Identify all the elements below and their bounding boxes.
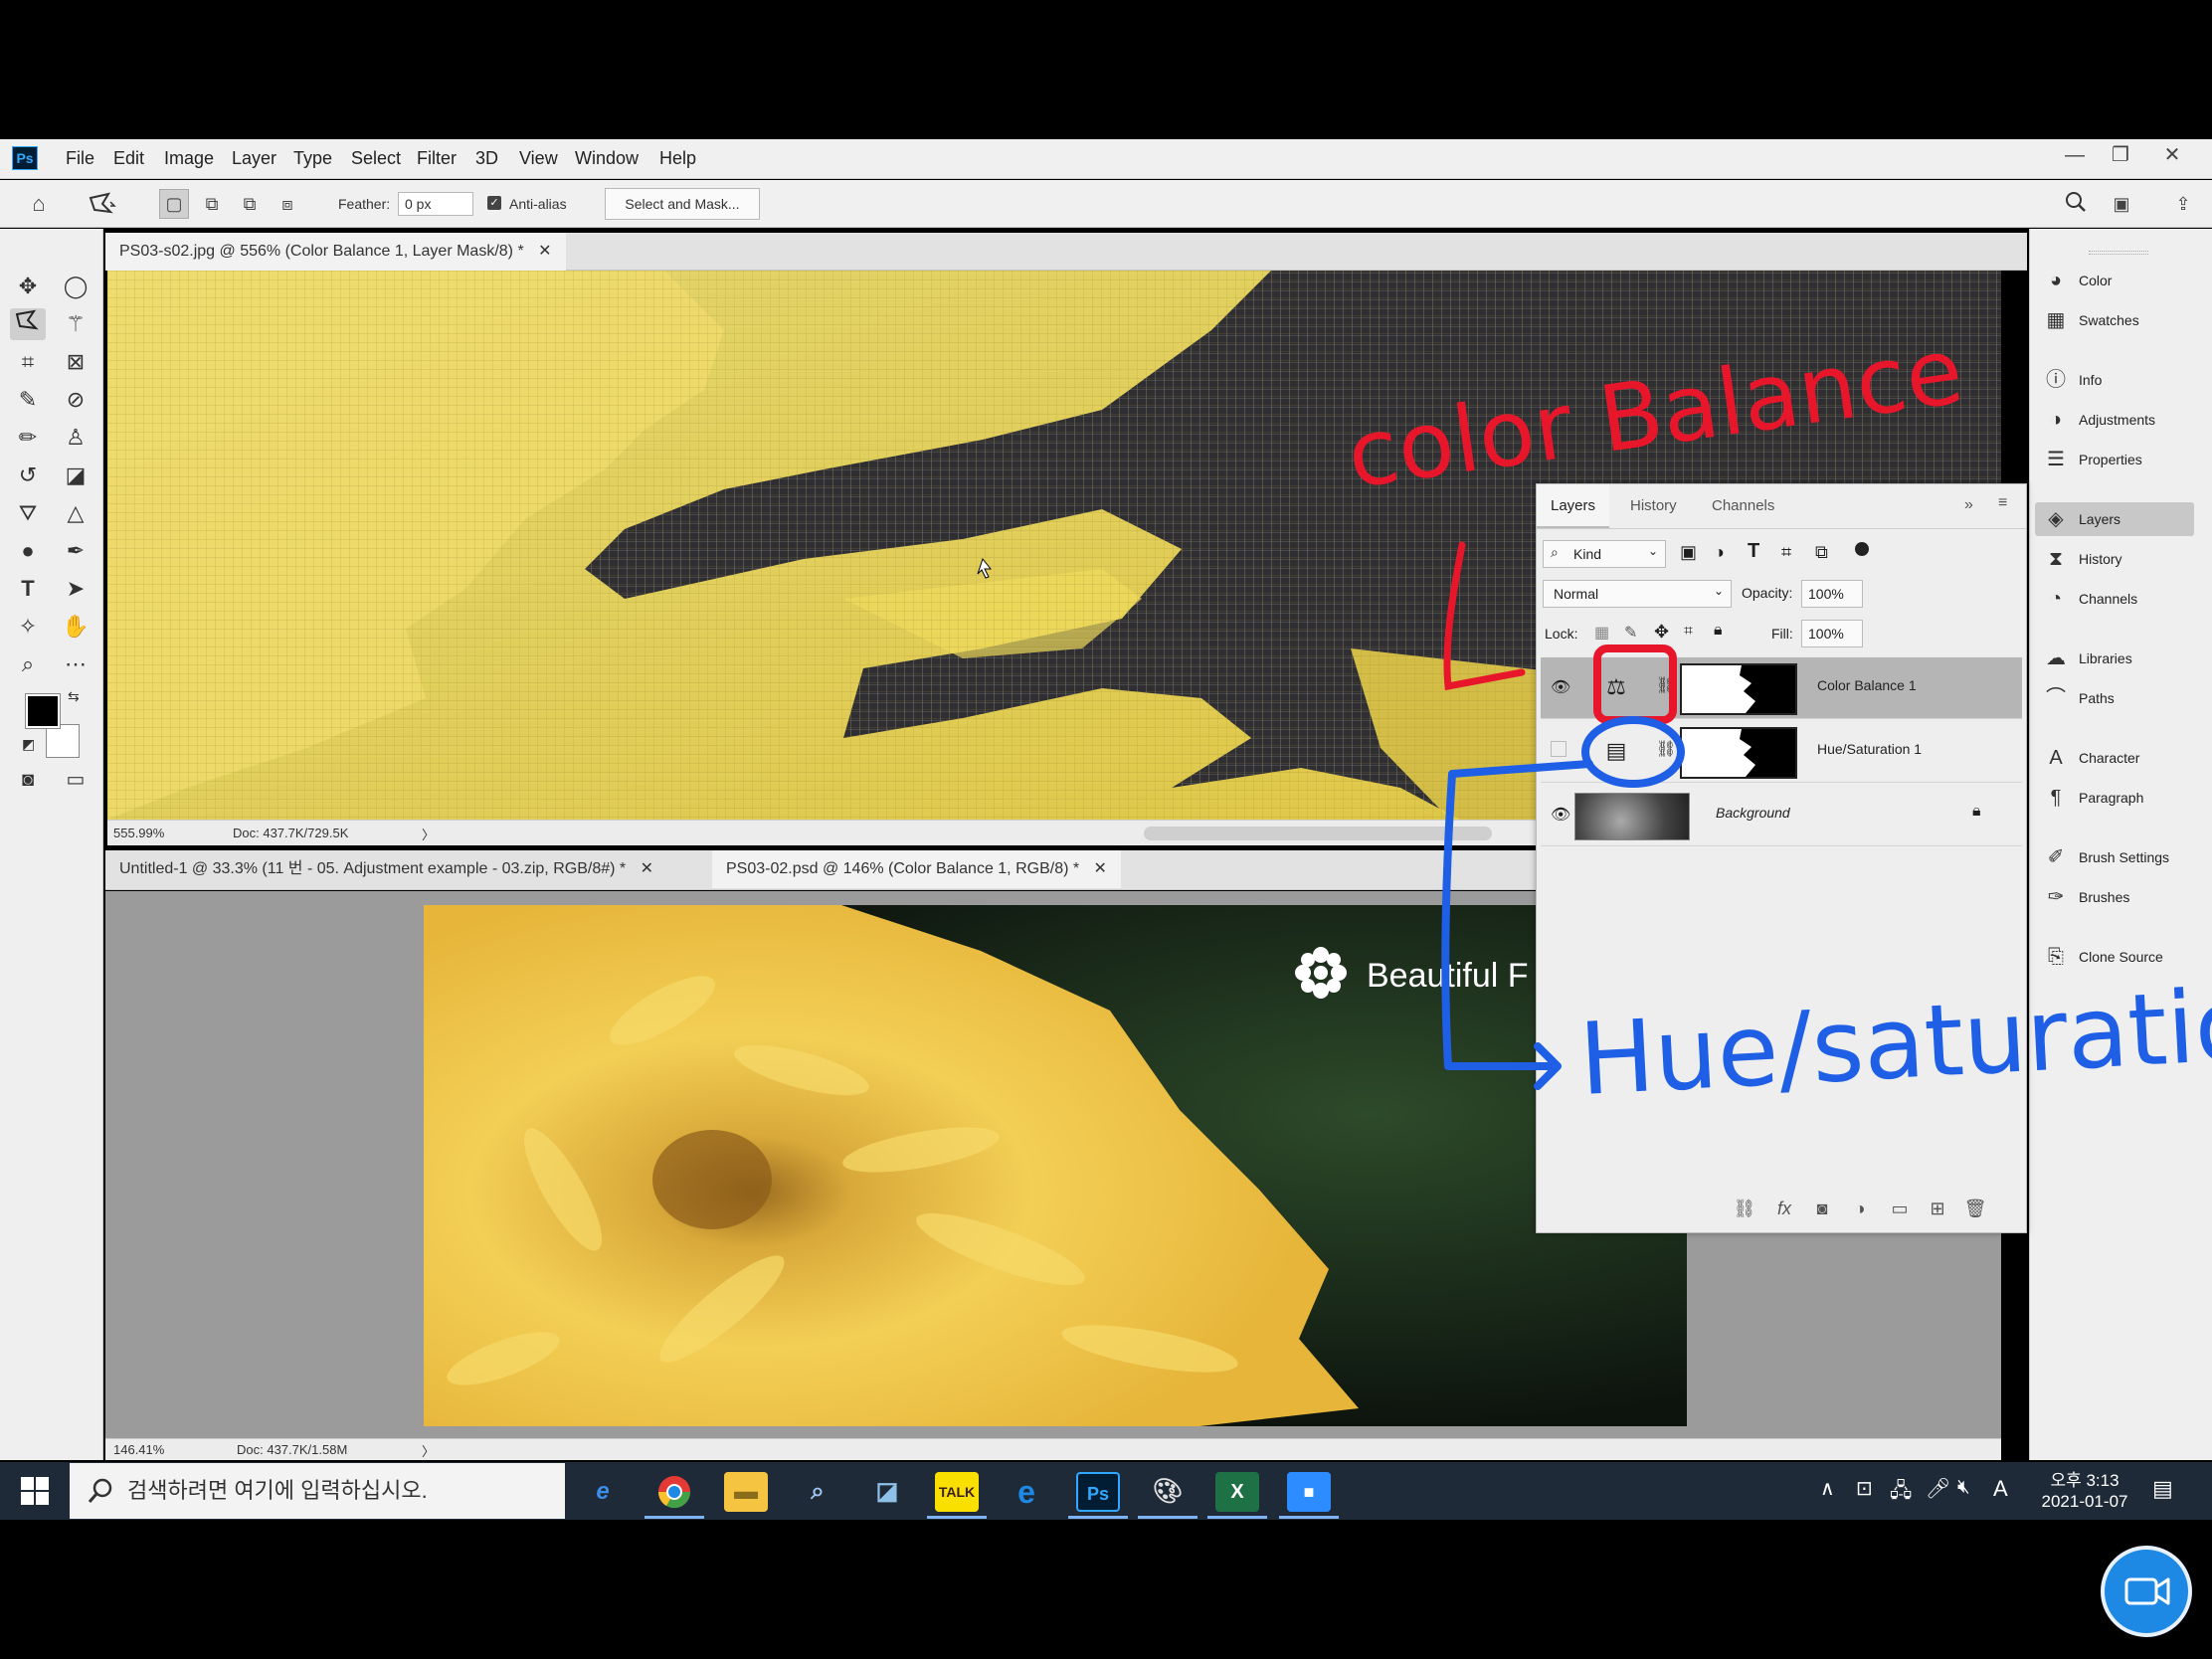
annotation-overlay: color Balance Hue/saturation bbox=[1341, 317, 2212, 1118]
taskbar-date[interactable]: 2021-01-07 bbox=[2029, 1492, 2140, 1512]
taskbar-search-input[interactable]: 검색하려면 여기에 입력하십시오. bbox=[70, 1463, 565, 1519]
internet-explorer-icon[interactable]: e bbox=[581, 1472, 625, 1512]
search-icon bbox=[86, 1476, 115, 1506]
excel-icon[interactable]: X bbox=[1215, 1472, 1259, 1512]
network-icon[interactable]: 🖧︎ bbox=[1890, 1476, 1912, 1510]
kakaotalk-icon[interactable]: TALK bbox=[935, 1472, 979, 1512]
notepad-app-icon[interactable]: ◪ bbox=[865, 1472, 909, 1512]
annotation-blue-circle bbox=[1581, 716, 1685, 788]
microphone-icon[interactable]: 🎤︎ bbox=[1926, 1476, 1950, 1501]
zoom-app-icon[interactable]: ■ bbox=[1287, 1472, 1331, 1512]
taskbar-search-placeholder: 검색하려면 여기에 입력하십시오. bbox=[127, 1478, 428, 1503]
taskbar-time[interactable]: 오후 3:13 bbox=[2035, 1466, 2134, 1491]
annotation-hue-saturation: Hue/saturation bbox=[1576, 963, 2212, 1118]
video-camera-button[interactable] bbox=[2101, 1546, 2212, 1637]
edge-icon[interactable]: e bbox=[1005, 1472, 1048, 1512]
volume-muted-icon[interactable]: 🔇︎ bbox=[1957, 1476, 1970, 1499]
annotation-arrow-red bbox=[1443, 541, 1526, 691]
magnifier-app-icon[interactable]: ⌕ bbox=[796, 1472, 839, 1512]
meeting-icon[interactable]: ⊡ bbox=[1856, 1476, 1873, 1501]
annotation-red-box bbox=[1593, 645, 1677, 724]
notification-icon[interactable]: ▤ bbox=[2152, 1476, 2173, 1502]
file-explorer-icon[interactable]: ▬ bbox=[724, 1472, 768, 1512]
input-method[interactable]: A bbox=[1993, 1476, 2008, 1502]
paint-app-icon[interactable]: 🎨︎ bbox=[1146, 1472, 1190, 1512]
windows-start-icon[interactable] bbox=[20, 1476, 50, 1506]
annotation-arrow-blue bbox=[1441, 760, 1593, 1090]
photoshop-taskbar-icon[interactable]: Ps bbox=[1076, 1472, 1120, 1512]
annotation-color-balance: color Balance bbox=[1341, 317, 1969, 509]
chrome-icon[interactable] bbox=[652, 1472, 696, 1512]
show-hidden-icons[interactable]: ∧ bbox=[1820, 1476, 1835, 1501]
